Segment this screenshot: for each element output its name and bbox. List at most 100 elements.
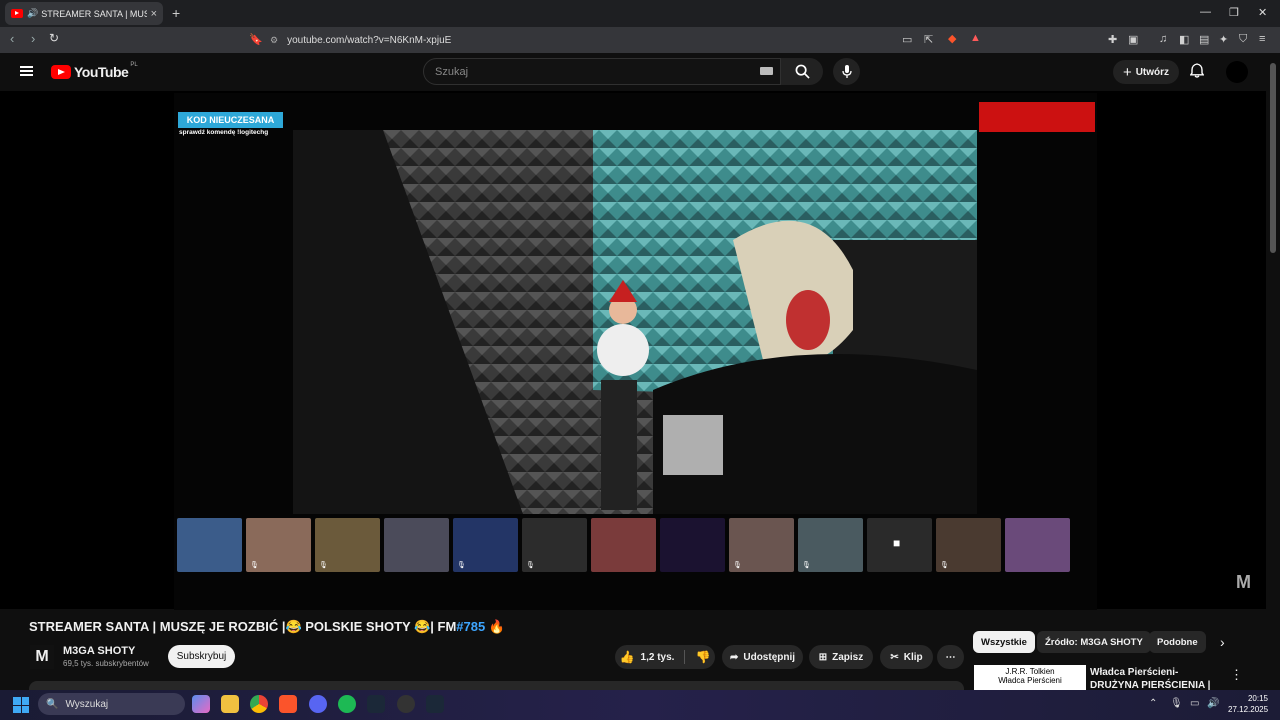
- screenshot-icon[interactable]: ▣: [1128, 33, 1138, 46]
- spotify-icon[interactable]: [338, 695, 356, 713]
- chip-related[interactable]: Podobne: [1149, 631, 1206, 653]
- windows-start-icon[interactable]: [13, 697, 29, 713]
- minimize-icon[interactable]: —: [1200, 6, 1211, 18]
- discord-icon[interactable]: [309, 695, 327, 713]
- tab-title: STREAMER SANTA | MUSZĘ JE ROZBIĆ: [41, 8, 146, 19]
- close-window-icon[interactable]: ✕: [1258, 6, 1267, 19]
- clip-label: Klip: [903, 651, 923, 663]
- taskbar-search-label: Wyszukaj: [65, 698, 109, 710]
- sidebar-icon[interactable]: ◧: [1179, 33, 1189, 46]
- steam-app-icon[interactable]: [426, 695, 444, 713]
- more-actions-button[interactable]: ⋯: [937, 645, 964, 669]
- brave-rewards-icon[interactable]: ▲: [970, 32, 981, 44]
- thumb-text-line: Władca Pierścieni: [998, 676, 1062, 685]
- muted-mic-icon: 🎙: [802, 562, 811, 569]
- scissors-icon: ✂: [890, 651, 899, 663]
- site-settings-icon[interactable]: ⚙: [270, 35, 278, 46]
- recommendation-title[interactable]: Władca Pierścieni- DRUŻYNA PIERŚCIENIA |…: [1090, 666, 1220, 690]
- notifications-bell-icon[interactable]: [1189, 63, 1205, 81]
- new-tab-button[interactable]: +: [172, 5, 180, 21]
- clip-button[interactable]: ✂ Klip: [880, 645, 933, 669]
- copilot-icon[interactable]: [192, 695, 210, 713]
- scrollbar-thumb[interactable]: [1270, 63, 1276, 253]
- code-badge-subtitle: sprawdź komendę !logitechg: [179, 129, 269, 136]
- chevron-right-icon[interactable]: ›: [1220, 634, 1225, 650]
- channel-watermark[interactable]: M: [1236, 572, 1251, 593]
- forward-icon[interactable]: ›: [31, 31, 35, 46]
- description-box[interactable]: [29, 681, 964, 690]
- microphone-icon: [841, 64, 852, 78]
- steam-icon[interactable]: [367, 695, 385, 713]
- leo-ai-icon[interactable]: ✦: [1219, 33, 1228, 46]
- guide-menu-icon[interactable]: [20, 66, 33, 76]
- taskbar-search[interactable]: 🔍 Wyszukaj: [38, 693, 185, 715]
- bookmark-icon[interactable]: 🔖: [249, 33, 263, 46]
- tray-network-icon[interactable]: ▭: [1190, 698, 1199, 709]
- url-text: youtube.com/watch?v=N6KnM-xpjuE: [287, 34, 452, 46]
- speaker-icon[interactable]: 🔊: [27, 8, 38, 19]
- muted-mic-icon: 🎙: [319, 562, 328, 569]
- dislike-button[interactable]: 👎: [685, 650, 710, 664]
- search-icon: 🔍: [46, 698, 59, 710]
- recommendation-menu-icon[interactable]: ⋮: [1230, 667, 1243, 683]
- taskbar-clock[interactable]: 20:15 27.12.2025: [1228, 693, 1268, 715]
- tray-mic-icon[interactable]: 🎙: [1170, 698, 1183, 709]
- cast-icon[interactable]: ▭: [902, 33, 912, 46]
- subscribe-button[interactable]: Subskrybuj: [168, 645, 235, 668]
- create-button[interactable]: + Utwórz: [1113, 60, 1179, 84]
- subscriber-count: 69,5 tys. subskrybentów: [63, 659, 149, 668]
- channel-avatar[interactable]: M: [30, 645, 54, 669]
- tab-close-icon[interactable]: ×: [151, 8, 157, 20]
- file-explorer-icon[interactable]: [221, 695, 239, 713]
- participant-thumb: [660, 518, 725, 572]
- muted-mic-icon: 🎙: [526, 562, 535, 569]
- youtube-logo[interactable]: YouTube PL: [51, 62, 138, 80]
- search-button[interactable]: [781, 58, 823, 85]
- browser-tab[interactable]: 🔊 STREAMER SANTA | MUSZĘ JE ROZBIĆ ×: [5, 2, 163, 25]
- chip-all[interactable]: Wszystkie: [973, 631, 1035, 653]
- chrome-icon[interactable]: [250, 695, 268, 713]
- participant-thumb: 🎙: [798, 518, 863, 572]
- clock-time: 20:15: [1247, 694, 1268, 703]
- account-avatar[interactable]: [1226, 61, 1248, 83]
- voice-search-button[interactable]: [833, 58, 860, 85]
- channel-name[interactable]: M3GA SHOTY: [63, 645, 135, 657]
- extensions-icon[interactable]: ✚: [1108, 33, 1117, 46]
- share-label: Udostępnij: [743, 651, 796, 663]
- chip-from-channel[interactable]: Źródło: M3GA SHOTY: [1037, 631, 1151, 653]
- save-button[interactable]: ⊞ Zapisz: [809, 645, 873, 669]
- video-title: STREAMER SANTA | MUSZĘ JE ROZBIĆ |😂 POLS…: [29, 619, 505, 635]
- region-code: PL: [130, 62, 138, 68]
- url-field[interactable]: ⚙ youtube.com/watch?v=N6KnM-xpjuE: [270, 30, 900, 50]
- obs-icon[interactable]: [397, 695, 415, 713]
- search-input[interactable]: Szukaj: [423, 58, 781, 85]
- like-dislike-group: 👍 1,2 tys. 👎: [615, 645, 715, 669]
- brave-icon[interactable]: [279, 695, 297, 713]
- search-icon: [795, 64, 810, 79]
- maximize-icon[interactable]: ❐: [1229, 6, 1239, 19]
- vpn-icon[interactable]: ⛉: [1239, 33, 1247, 46]
- keyboard-icon[interactable]: [760, 67, 773, 75]
- participant-thumb: 🎙: [315, 518, 380, 572]
- hashtag-link[interactable]: #785: [456, 619, 485, 634]
- browser-tab-bar: [0, 0, 1280, 27]
- participant-thumb: [1005, 518, 1070, 572]
- webcam-feed: [293, 130, 977, 514]
- wallet-icon[interactable]: ▤: [1199, 33, 1209, 46]
- participant-thumb: 🎙: [246, 518, 311, 572]
- share-button[interactable]: ➦ Udostępnij: [722, 645, 803, 669]
- brave-shield-icon[interactable]: ◆: [948, 32, 956, 45]
- recommendation-thumbnail[interactable]: J.R.R. Tolkien Władca Pierścieni: [974, 665, 1086, 690]
- share-page-icon[interactable]: ⇱: [924, 33, 933, 46]
- media-icon[interactable]: ♫: [1159, 33, 1167, 45]
- camera-off-icon: ■: [893, 536, 901, 550]
- back-icon[interactable]: ‹: [10, 31, 14, 46]
- tray-overflow-icon[interactable]: ⌃: [1149, 698, 1157, 709]
- menu-icon[interactable]: ≡: [1259, 33, 1265, 45]
- participant-thumb: 🎙: [729, 518, 794, 572]
- participant-thumb: [384, 518, 449, 572]
- participant-thumb: 🎙: [936, 518, 1001, 572]
- like-button[interactable]: 👍 1,2 tys.: [620, 650, 686, 664]
- reload-icon[interactable]: ↻: [49, 31, 59, 45]
- tray-volume-icon[interactable]: 🔊: [1207, 698, 1219, 709]
